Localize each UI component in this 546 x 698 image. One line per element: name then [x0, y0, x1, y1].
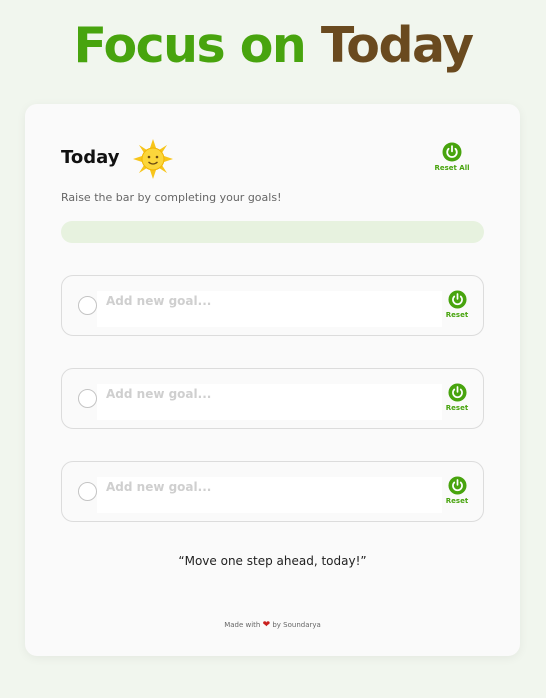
goal-item: Reset: [61, 368, 484, 429]
footer-author: by Soundarya: [272, 621, 321, 629]
progress-bar: [61, 221, 484, 243]
sun-icon: [133, 139, 173, 179]
power-reset-icon: [442, 142, 462, 162]
card-subtitle: Raise the bar by completing your goals!: [61, 191, 282, 204]
footer-credit: Made with ❤ by Soundarya: [25, 620, 520, 630]
goal-item: Reset: [61, 461, 484, 522]
power-reset-icon: [447, 290, 467, 309]
goal-checkbox[interactable]: [78, 482, 97, 501]
goal-input[interactable]: [97, 384, 442, 420]
goal-reset-label: Reset: [445, 311, 469, 319]
goal-reset-label: Reset: [445, 404, 469, 412]
goal-reset-button[interactable]: Reset: [439, 290, 475, 320]
goal-checkbox[interactable]: [78, 389, 97, 408]
motivational-quote: “Move one step ahead, today!”: [178, 554, 367, 568]
goal-reset-label: Reset: [445, 497, 469, 505]
goal-reset-button[interactable]: Reset: [439, 476, 475, 506]
goal-input[interactable]: [97, 291, 442, 327]
power-reset-icon: [447, 383, 467, 402]
reset-all-button[interactable]: Reset All: [432, 142, 472, 176]
goal-input[interactable]: [97, 477, 442, 513]
reset-all-label: Reset All: [434, 164, 470, 172]
goal-item: Reset: [61, 275, 484, 336]
goal-checkbox[interactable]: [78, 296, 97, 315]
goal-reset-button[interactable]: Reset: [439, 383, 475, 413]
heart-icon: ❤: [262, 620, 271, 630]
power-reset-icon: [447, 476, 467, 495]
title-word-today: Today: [320, 17, 474, 74]
page-title: Focus on Today: [0, 16, 546, 76]
card-heading: Today: [61, 147, 120, 168]
title-word-focus: Focus on: [73, 17, 306, 74]
goals-card: Today Reset All Raise the bar by complet…: [25, 104, 520, 656]
footer-made-with: Made with: [224, 621, 261, 629]
